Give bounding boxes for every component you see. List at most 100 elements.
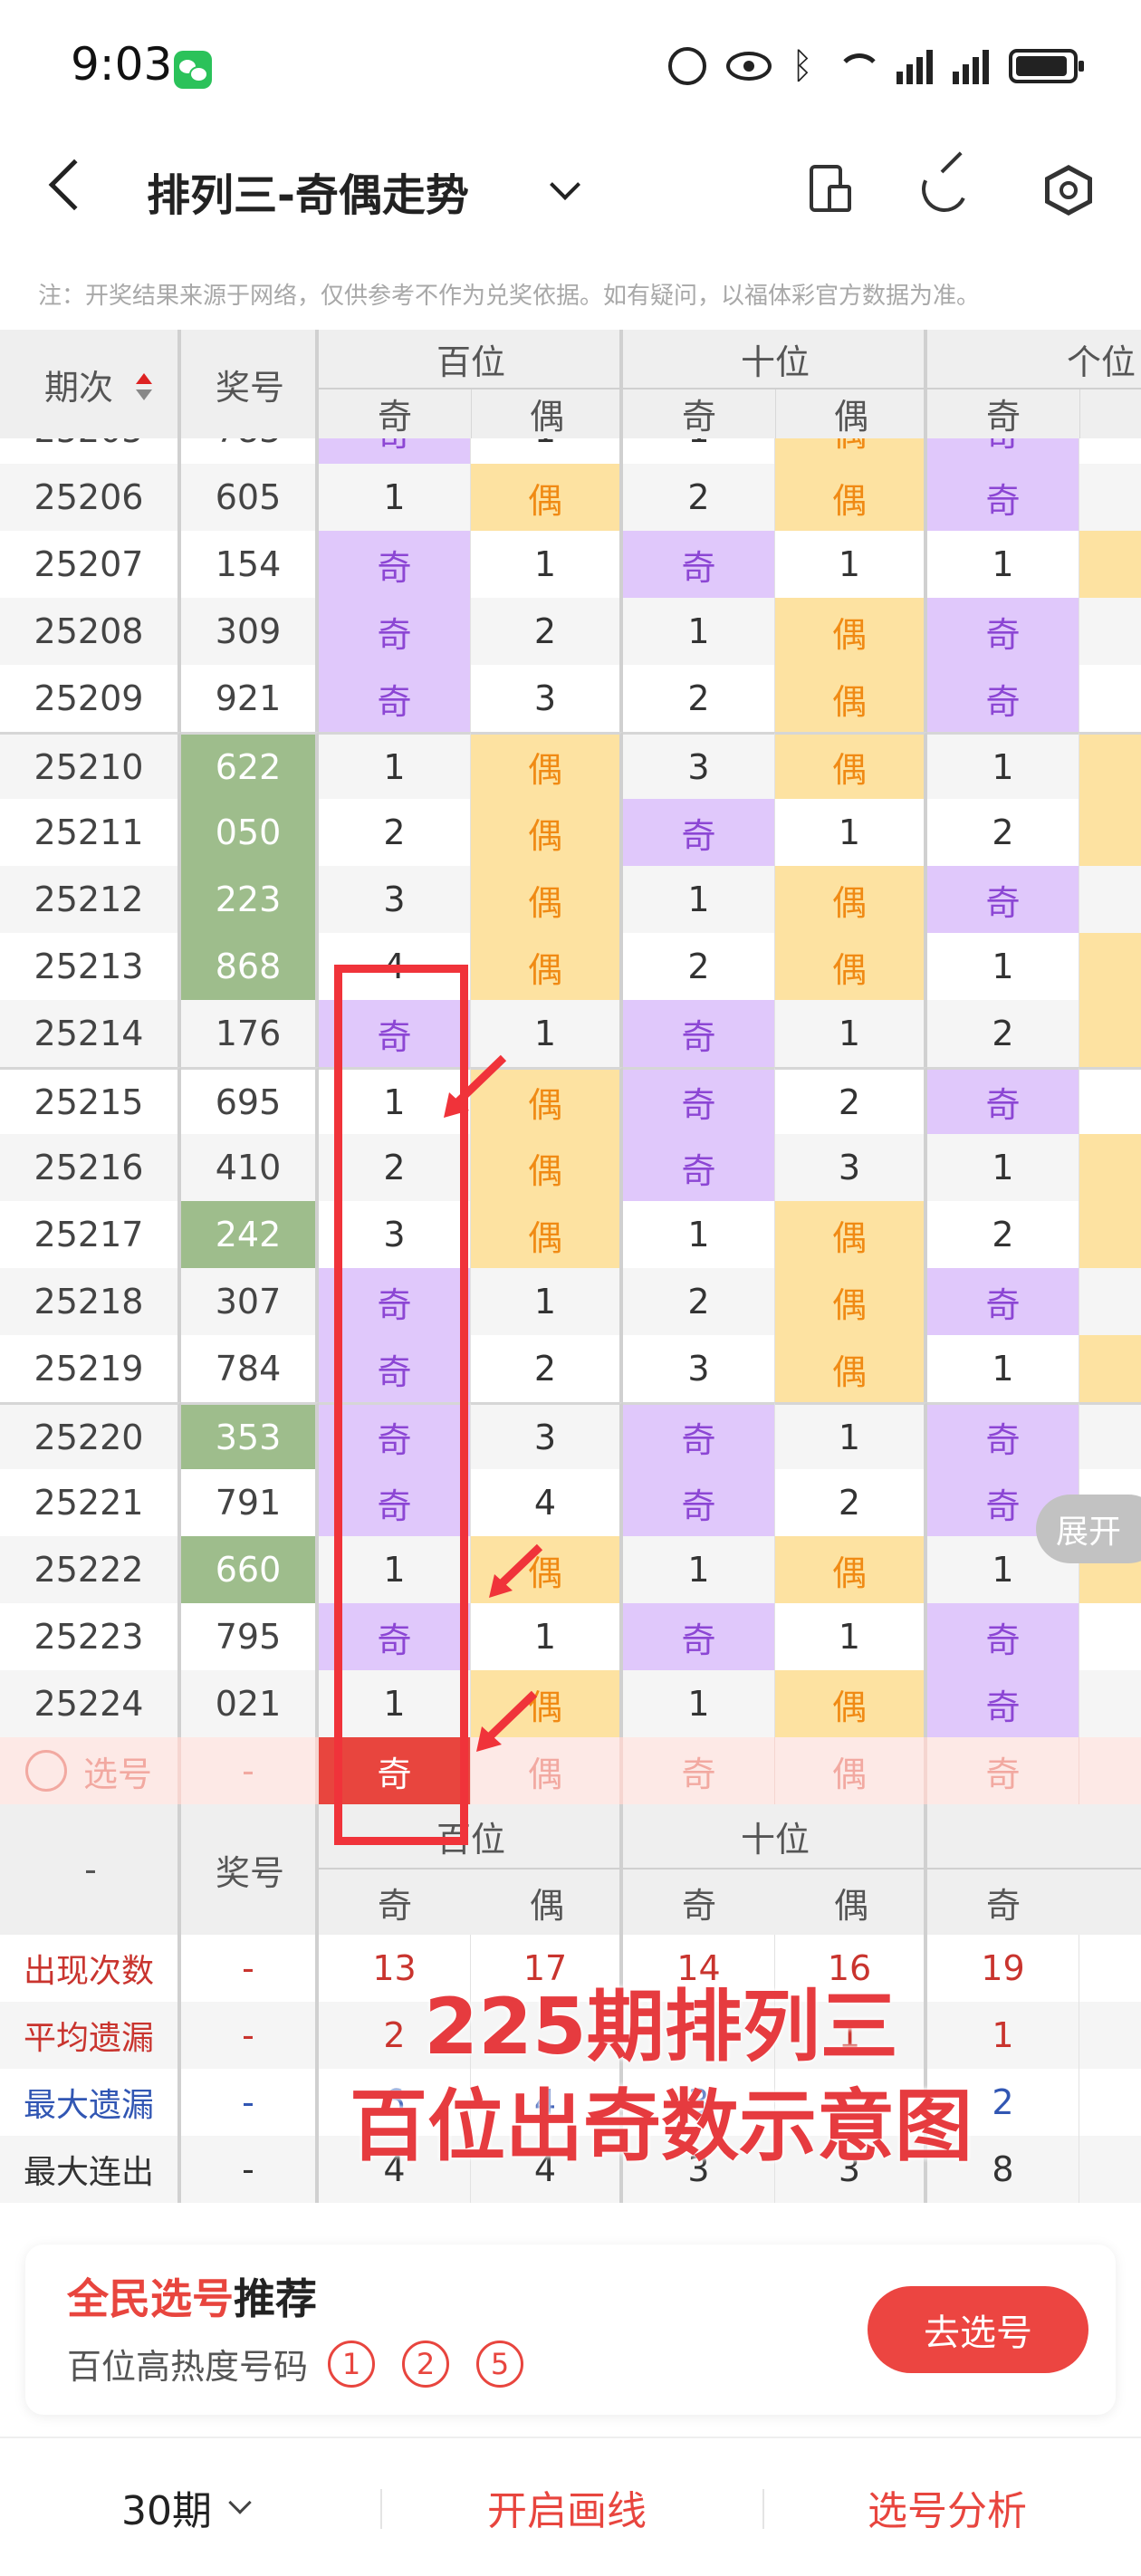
draw-lines-button[interactable]: 开启画线 (487, 2478, 647, 2536)
tens-odd-cell: 奇 (623, 1469, 775, 1536)
share-icon[interactable] (915, 151, 974, 219)
pick-units-odd[interactable]: 奇 (927, 1737, 1079, 1804)
period-label: 30期 (121, 2488, 212, 2534)
overlay-title-line1: 225期排列三 (424, 1982, 898, 2072)
issue-cell: 25219 (0, 1335, 181, 1402)
hundreds-even-cell: 1 (471, 1603, 623, 1670)
units-even-cell (1079, 1067, 1141, 1134)
units-even-cell (1079, 665, 1141, 732)
pick-label-cell[interactable]: 选号 (0, 1737, 181, 1804)
header-units-odd: 奇 (985, 396, 1021, 437)
stats-label: 最大遗漏 (0, 2069, 181, 2136)
units-odd-cell: 奇 (927, 1402, 1079, 1469)
hundreds-even-cell: 2 (471, 1335, 623, 1402)
page-title[interactable]: 排列三-奇偶走势 (147, 159, 469, 223)
tens-odd-cell: 奇 (623, 531, 775, 598)
units-odd-cell: 1 (927, 1335, 1079, 1402)
issue-cell: 25214 (0, 1000, 181, 1067)
stats-units-even (1079, 2136, 1141, 2203)
hundreds-even-cell: 2 (471, 598, 623, 665)
hundreds-even-cell: 偶 (471, 866, 623, 933)
hundreds-even-cell: 偶 (471, 1134, 623, 1201)
overlay-title-line2: 百位出奇数示意图 (350, 2081, 973, 2172)
issue-cell: 25207 (0, 531, 181, 598)
sort-desc-icon[interactable] (136, 389, 152, 400)
units-even-cell (1079, 1670, 1141, 1737)
status-bar: 9:03 ᛒ (0, 0, 1141, 136)
layout-switch-icon[interactable] (804, 163, 858, 217)
units-odd-cell: 奇 (927, 1670, 1079, 1737)
stats-header-hundreds-odd: 奇 (377, 1885, 412, 1926)
hundreds-even-cell: 偶 (471, 1201, 623, 1268)
units-even-cell (1079, 598, 1141, 665)
eye-icon (726, 52, 772, 81)
issue-cell: 25224 (0, 1670, 181, 1737)
issue-cell: 25221 (0, 1469, 181, 1536)
pick-tens-odd[interactable]: 奇 (623, 1737, 775, 1804)
issue-cell: 25212 (0, 866, 181, 933)
number-cell: 309 (181, 598, 319, 665)
units-even-cell (1079, 1268, 1141, 1335)
pick-tens-even[interactable]: 偶 (775, 1737, 927, 1804)
tens-odd-cell: 1 (623, 1536, 775, 1603)
expand-button[interactable]: 展开 (1036, 1495, 1141, 1563)
units-even-cell (1079, 464, 1141, 531)
tens-odd-cell: 3 (623, 732, 775, 799)
tens-odd-cell: 奇 (623, 1603, 775, 1670)
signal-icon-2 (953, 48, 989, 84)
tens-even-cell: 偶 (775, 1201, 927, 1268)
tens-odd-cell: 奇 (623, 1067, 775, 1134)
settings-icon[interactable] (1041, 163, 1096, 217)
number-cell: 307 (181, 1268, 319, 1335)
recommend-ball-3: 5 (476, 2340, 524, 2388)
pick-radio-icon[interactable] (24, 1750, 67, 1792)
table-row: 25206 605 1 偶 2 偶奇 (0, 464, 1141, 531)
units-even-cell (1079, 531, 1141, 598)
chevron-down-icon[interactable] (550, 169, 580, 200)
stats-header-tens-even: 偶 (833, 1885, 868, 1926)
recommend-card[interactable]: 全民选号推荐 百位高热度号码 1 2 5 去选号 (25, 2244, 1116, 2415)
units-even-cell (1079, 799, 1141, 866)
number-cell: 795 (181, 1603, 319, 1670)
tens-odd-cell: 奇 (623, 1134, 775, 1201)
sort-asc-icon[interactable] (136, 373, 152, 384)
issue-cell: 25222 (0, 1536, 181, 1603)
units-even-cell (1079, 1335, 1141, 1402)
header-issue[interactable]: 期次 (0, 330, 181, 438)
hundreds-odd-cell: 奇 (319, 531, 471, 598)
number-cell: 660 (181, 1536, 319, 1603)
hundreds-even-cell: 偶 (471, 464, 623, 531)
number-cell: 223 (181, 866, 319, 933)
battery-icon (1009, 49, 1084, 83)
pick-analysis-button[interactable]: 选号分析 (868, 2478, 1027, 2536)
period-selector[interactable]: 30期 (121, 2478, 252, 2536)
stats-header-hundreds-even: 偶 (529, 1885, 564, 1926)
tens-odd-cell: 奇 (623, 1402, 775, 1469)
table-row: 25212 223 3 偶 1 偶奇 (0, 866, 1141, 933)
stats-units-even (1079, 2069, 1141, 2136)
table-row: 25213 868 4 偶 2 偶 1 (0, 933, 1141, 1000)
number-cell: 868 (181, 933, 319, 1000)
units-odd-cell: 奇 (927, 866, 1079, 933)
header-issue-label: 期次 (43, 367, 113, 408)
stats-header-number: 奖号 (215, 1852, 284, 1893)
number-cell: 921 (181, 665, 319, 732)
go-pick-button[interactable]: 去选号 (868, 2286, 1088, 2373)
units-odd-cell: 2 (927, 1201, 1079, 1268)
stats-header-tens-odd: 奇 (681, 1885, 716, 1926)
issue-cell: 25209 (0, 665, 181, 732)
table-row: 25210 622 1 偶 3 偶 1 (0, 732, 1141, 799)
recommend-subtitle-text: 百位高热度号码 (67, 2347, 309, 2387)
pick-units-even[interactable] (1079, 1737, 1141, 1804)
signal-icon-1 (896, 48, 933, 84)
tens-even-cell: 偶 (775, 933, 927, 1000)
header-hundreds-odd: 奇 (377, 396, 412, 437)
disclaimer-notice: 注：开奖结果来源于网络，仅供参考不作为兑奖依据。如有疑问，以福体彩官方数据为准。 (38, 283, 981, 310)
tens-even-cell: 偶 (775, 1335, 927, 1402)
issue-cell: 25218 (0, 1268, 181, 1335)
number-cell: 021 (181, 1670, 319, 1737)
app-header: 排列三-奇偶走势 (0, 136, 1141, 245)
back-icon[interactable] (48, 159, 101, 211)
table-row: 25223 795 奇 1 奇 1 奇 (0, 1603, 1141, 1670)
pick-row[interactable]: 选号 - 奇偶奇偶奇 (0, 1737, 1141, 1804)
